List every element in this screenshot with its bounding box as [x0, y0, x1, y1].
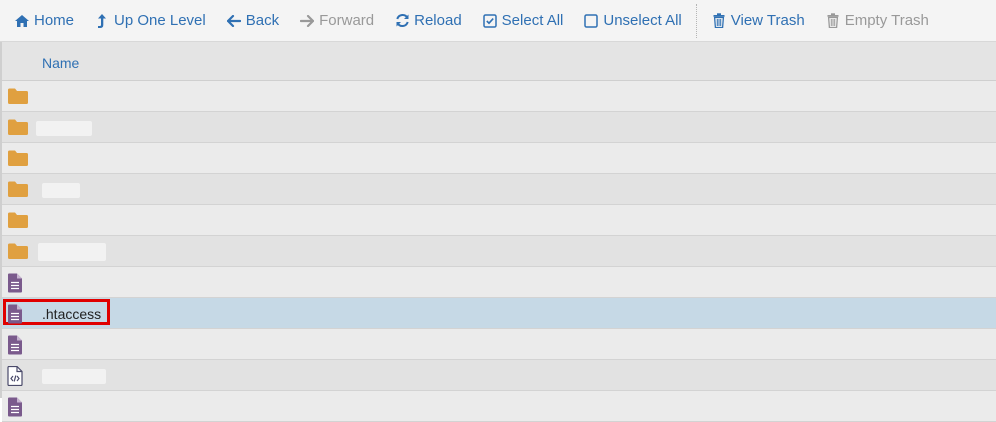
file-code-icon	[7, 365, 27, 387]
unselect-all-label: Unselect All	[603, 12, 682, 29]
folder-icon	[7, 180, 28, 200]
empty-trash-label: Empty Trash	[844, 12, 929, 29]
file-list: Name .htaccess	[0, 42, 996, 422]
toolbar-divider	[695, 3, 697, 38]
folder-icon	[7, 211, 28, 231]
file-row[interactable]	[2, 112, 996, 143]
file-row[interactable]	[2, 81, 996, 112]
folder-icon	[7, 118, 28, 138]
checkbox-empty-icon	[583, 13, 599, 29]
back-label: Back	[245, 12, 280, 29]
reload-label: Reload	[414, 12, 462, 29]
file-text-icon	[7, 304, 27, 324]
refresh-icon	[394, 13, 410, 29]
name-column-header[interactable]: Name	[42, 55, 79, 71]
home-label: Home	[34, 12, 75, 29]
folder-icon	[7, 149, 28, 169]
level-up-icon	[94, 13, 110, 29]
arrow-left-icon	[226, 13, 242, 29]
file-row[interactable]	[2, 267, 996, 298]
up-one-level-label: Up One Level	[114, 12, 206, 29]
up-one-level-button[interactable]: Up One Level	[88, 6, 212, 36]
unselect-all-button[interactable]: Unselect All	[577, 6, 687, 36]
redacted-name	[36, 121, 92, 136]
file-row[interactable]	[2, 174, 996, 205]
trash-icon	[711, 13, 727, 29]
trash-icon	[825, 13, 841, 29]
redacted-name	[38, 243, 106, 261]
folder-icon	[7, 87, 28, 107]
back-button[interactable]: Back	[220, 6, 285, 36]
home-button[interactable]: Home	[8, 6, 80, 36]
select-all-label: Select All	[501, 12, 564, 29]
file-text-icon	[7, 397, 27, 417]
redacted-name	[42, 369, 106, 384]
reload-button[interactable]: Reload	[388, 6, 468, 36]
file-row-selected[interactable]: .htaccess	[2, 298, 996, 329]
file-row[interactable]	[2, 391, 996, 422]
view-trash-button[interactable]: View Trash	[705, 6, 811, 36]
file-row[interactable]	[2, 360, 996, 391]
folder-icon	[7, 242, 28, 262]
file-row[interactable]	[2, 205, 996, 236]
file-name: .htaccess	[42, 306, 102, 322]
forward-button[interactable]: Forward	[293, 6, 380, 36]
file-row[interactable]	[2, 143, 996, 174]
empty-trash-button[interactable]: Empty Trash	[819, 6, 935, 36]
forward-label: Forward	[319, 12, 375, 29]
file-text-icon	[7, 273, 27, 293]
file-text-icon	[7, 335, 27, 355]
file-list-header: Name	[2, 42, 996, 81]
file-row[interactable]	[2, 236, 996, 267]
select-all-button[interactable]: Select All	[476, 6, 570, 36]
redacted-name	[42, 183, 80, 198]
checkbox-checked-icon	[482, 13, 498, 29]
view-trash-label: View Trash	[730, 12, 805, 29]
file-row[interactable]	[2, 329, 996, 360]
arrow-right-icon	[299, 13, 315, 29]
home-icon	[14, 13, 30, 29]
file-manager-toolbar: Home Up One Level Back Forward Reload Se…	[0, 0, 996, 42]
